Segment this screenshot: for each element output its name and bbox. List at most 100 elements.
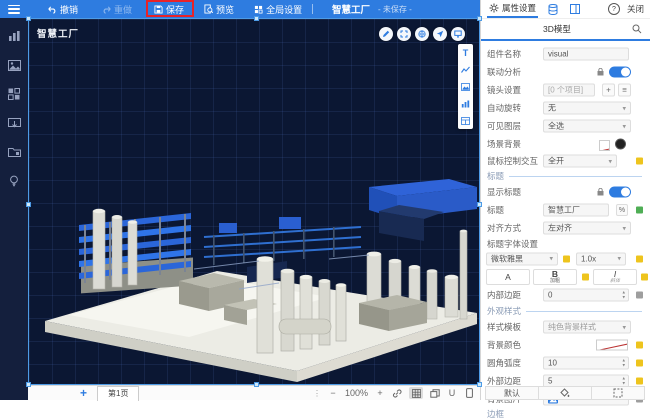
- font-size-select[interactable]: 1.0x▾: [576, 252, 626, 265]
- letter-b: B: [552, 269, 558, 279]
- viewport-toolbar: [379, 27, 465, 41]
- text-icon[interactable]: T: [460, 47, 471, 58]
- custom-border-button[interactable]: [592, 386, 645, 400]
- percent-icon[interactable]: %: [616, 204, 628, 216]
- tab-property-settings[interactable]: 属性设置: [487, 0, 538, 18]
- binding-indicator[interactable]: [636, 378, 643, 385]
- style-template-select[interactable]: 纯色背景样式▾: [543, 321, 631, 334]
- bg-color-swatch[interactable]: [596, 340, 628, 351]
- italic-button[interactable]: I斜体: [593, 269, 637, 285]
- italic-sub-label: 斜体: [610, 279, 620, 284]
- image-icon[interactable]: [460, 81, 471, 92]
- binding-indicator[interactable]: [636, 360, 643, 367]
- magnet-u-icon[interactable]: U: [447, 387, 457, 399]
- globe-icon[interactable]: [415, 27, 429, 41]
- field-style-template: 样式模板 纯色背景样式▾: [481, 318, 650, 336]
- stepper-arrows-icon[interactable]: ▴▾: [622, 377, 625, 387]
- binding-indicator[interactable]: [636, 207, 643, 214]
- preview-button[interactable]: 预览: [198, 0, 240, 18]
- visible-layers-select[interactable]: 全选▾: [543, 120, 631, 133]
- font-family-select[interactable]: 微软雅黑▾: [486, 252, 558, 265]
- binding-indicator[interactable]: [636, 158, 643, 165]
- layout-panel-icon[interactable]: [568, 2, 582, 16]
- field-title-text: 标题 智慧工厂 %: [481, 201, 650, 219]
- binding-indicator[interactable]: [636, 292, 643, 299]
- corner-radius-stepper[interactable]: 10▴▾: [543, 357, 629, 370]
- stepper-arrows-icon[interactable]: ▴▾: [622, 359, 625, 369]
- undo-button[interactable]: 撤销: [42, 0, 84, 18]
- analysis-toggle[interactable]: [609, 67, 631, 78]
- transparent-swatch-icon[interactable]: [599, 140, 610, 151]
- layers-icon[interactable]: [430, 387, 440, 399]
- bar-chart-icon[interactable]: [460, 98, 471, 109]
- folder-icon[interactable]: [5, 144, 23, 160]
- close-button[interactable]: 关闭: [627, 3, 644, 15]
- image-icon[interactable]: [5, 57, 23, 73]
- font-color-button[interactable]: A: [486, 269, 530, 285]
- widgets-icon[interactable]: [5, 86, 23, 102]
- field-label: 显示标题: [487, 186, 521, 198]
- save-button[interactable]: 保存: [148, 0, 190, 18]
- link-icon[interactable]: [392, 387, 402, 399]
- page-tab[interactable]: 第1页: [97, 386, 139, 401]
- field-label: 联动分析: [487, 66, 521, 78]
- drag-handle-icon[interactable]: ⋮: [313, 389, 321, 398]
- component-name-input[interactable]: [543, 48, 629, 61]
- field-label: 样式模板: [487, 321, 521, 333]
- zoom-out-button[interactable]: −: [328, 387, 338, 399]
- zoom-in-button[interactable]: +: [375, 387, 385, 399]
- redo-button[interactable]: 重做: [96, 0, 138, 18]
- field-scene-background: 场景背景: [481, 135, 650, 153]
- binding-indicator[interactable]: [582, 273, 589, 280]
- binding-indicator[interactable]: [636, 255, 643, 262]
- grid-icon[interactable]: [409, 387, 423, 399]
- selection-handle[interactable]: [254, 16, 259, 21]
- color-dot-swatch[interactable]: [615, 139, 626, 150]
- selection-handle[interactable]: [26, 382, 31, 387]
- selection-handle[interactable]: [26, 202, 31, 207]
- menu-icon[interactable]: [8, 5, 20, 14]
- select-value: 无: [548, 103, 556, 114]
- mouse-control-select[interactable]: 全开▾: [543, 155, 617, 168]
- table-icon[interactable]: [460, 115, 471, 126]
- add-page-button[interactable]: +: [80, 388, 87, 398]
- auto-rotate-select[interactable]: 无▾: [543, 102, 631, 115]
- search-icon[interactable]: [632, 24, 642, 34]
- insert-element-menu: T: [458, 44, 473, 129]
- add-camera-button[interactable]: +: [602, 84, 615, 97]
- chevron-down-icon: ▾: [622, 104, 626, 112]
- selection-handle[interactable]: [254, 382, 259, 387]
- stepper-arrows-icon[interactable]: ▴▾: [622, 291, 625, 301]
- zoom-level[interactable]: 100%: [345, 387, 368, 399]
- bold-button[interactable]: B加粗: [533, 269, 577, 285]
- paint-bucket-button[interactable]: [539, 386, 592, 400]
- title-text-input[interactable]: 智慧工厂: [543, 204, 609, 217]
- camera-items-field[interactable]: [0 个项目]: [543, 84, 595, 97]
- selection-handle[interactable]: [477, 382, 482, 387]
- align-select[interactable]: 左对齐▾: [543, 222, 631, 235]
- data-source-icon[interactable]: [546, 2, 560, 16]
- camera-list-button[interactable]: ≡: [618, 84, 631, 97]
- selection-handle[interactable]: [477, 202, 482, 207]
- default-border-button[interactable]: 默认: [485, 386, 539, 400]
- binding-indicator[interactable]: [641, 273, 648, 280]
- field-label: 组件名称: [487, 48, 521, 60]
- save-label: 保存: [166, 3, 184, 16]
- phone-icon[interactable]: [464, 387, 474, 399]
- selection-handle[interactable]: [477, 16, 482, 21]
- line-chart-icon[interactable]: [460, 64, 471, 75]
- bulb-icon[interactable]: [5, 173, 23, 189]
- expand-icon[interactable]: [397, 27, 411, 41]
- help-icon[interactable]: ?: [608, 3, 620, 15]
- 3d-viewport[interactable]: 智慧工厂 T: [28, 18, 480, 385]
- inner-padding-stepper[interactable]: 0▴▾: [543, 289, 629, 302]
- show-title-toggle[interactable]: [609, 187, 631, 198]
- send-icon[interactable]: [433, 27, 447, 41]
- chart-icon[interactable]: [5, 28, 23, 44]
- binding-indicator[interactable]: [636, 342, 643, 349]
- monitor-icon[interactable]: [451, 27, 465, 41]
- selection-handle[interactable]: [26, 16, 31, 21]
- export-board-icon[interactable]: [5, 115, 23, 131]
- binding-indicator[interactable]: [563, 255, 570, 262]
- pencil-icon[interactable]: [379, 27, 393, 41]
